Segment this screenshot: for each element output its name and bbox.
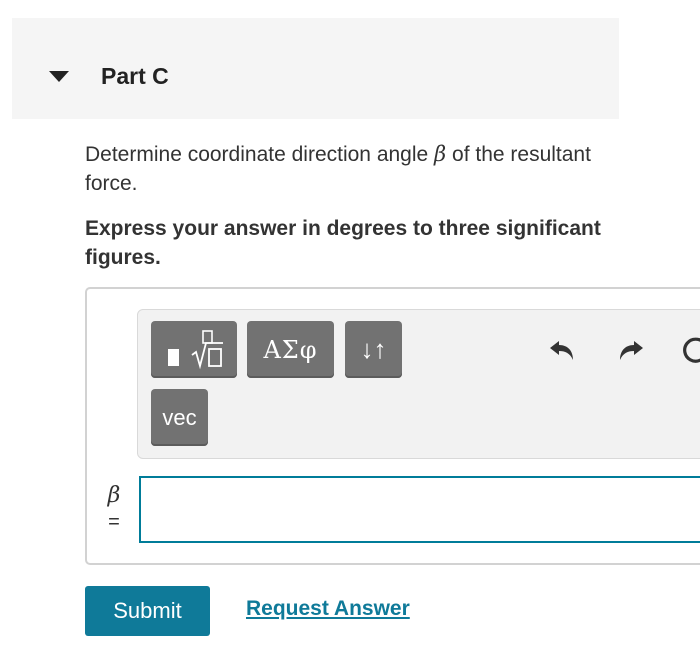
- reset-button[interactable]: [677, 332, 700, 368]
- answer-symbol: β: [107, 483, 121, 508]
- undo-icon: [550, 341, 573, 360]
- question-text-before: Determine coordinate direction angle: [85, 143, 435, 166]
- question-text: Determine coordinate direction angle β o…: [85, 140, 605, 198]
- vec-button[interactable]: vec: [151, 389, 208, 446]
- question-symbol: β: [434, 142, 447, 166]
- redo-button[interactable]: [612, 332, 648, 368]
- answer-input[interactable]: [139, 476, 700, 543]
- greek-symbols-button[interactable]: ΑΣφ: [247, 321, 334, 378]
- templates-icon: [168, 329, 223, 369]
- redo-icon: [620, 341, 643, 360]
- request-answer-link[interactable]: Request Answer: [246, 597, 410, 621]
- answer-variable-label: β =: [99, 483, 129, 535]
- part-header[interactable]: Part C: [12, 18, 619, 119]
- equals-sign: =: [108, 511, 120, 533]
- answer-instruction: Express your answer in degrees to three …: [85, 217, 601, 269]
- submit-button[interactable]: Submit: [85, 586, 210, 636]
- templates-button[interactable]: [151, 321, 237, 378]
- part-title: Part C: [101, 63, 169, 89]
- undo-button[interactable]: [545, 332, 581, 368]
- page: Part C Determine coordinate direction an…: [0, 0, 700, 665]
- reset-icon: [683, 337, 700, 363]
- caret-down-icon[interactable]: [49, 71, 69, 82]
- arrows-button[interactable]: ↓↑: [345, 321, 402, 378]
